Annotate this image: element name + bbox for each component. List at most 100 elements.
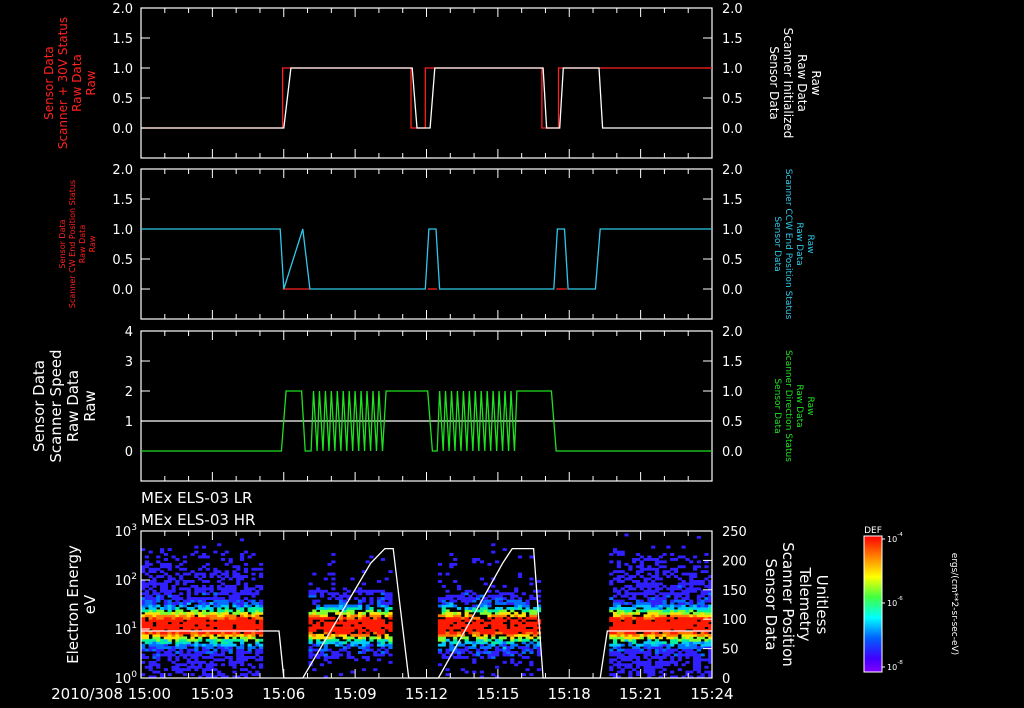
heatmap-cell: [632, 646, 637, 649]
heatmap-cell: [609, 653, 614, 657]
heatmap-cell: [681, 545, 686, 549]
heatmap-cell: [308, 631, 313, 635]
y-tick-label: 0: [125, 445, 133, 460]
heatmap-cell: [525, 607, 530, 610]
heatmap-cell: [647, 567, 652, 571]
heatmap-cell: [677, 651, 682, 654]
heatmap-cell: [308, 626, 313, 630]
heatmap-cell: [624, 648, 629, 652]
panel-title: MEx ELS-03 HR: [141, 511, 255, 529]
heatmap-cell: [361, 648, 366, 652]
heatmap-cell: [319, 626, 325, 630]
heatmap-cell: [243, 604, 248, 608]
tick-exponent: 3: [131, 523, 137, 533]
heatmap-cell: [613, 651, 618, 654]
heatmap-cell: [384, 643, 389, 647]
heatmap-cell: [388, 621, 393, 625]
heatmap-cell: [380, 653, 385, 657]
heatmap-cell: [323, 616, 328, 620]
heatmap-cell: [190, 607, 195, 610]
heatmap-cell: [643, 624, 648, 627]
heatmap-cell: [628, 602, 633, 605]
heatmap-cell: [312, 648, 317, 652]
heatmap-cell: [647, 592, 652, 596]
heatmap-cell: [525, 621, 530, 625]
heatmap-cell: [677, 638, 682, 642]
heatmap-cell: [369, 592, 374, 596]
heatmap-cell: [491, 550, 496, 554]
heatmap-cell: [240, 558, 245, 561]
heatmap-cell: [498, 599, 503, 603]
heatmap-cell: [476, 653, 481, 657]
heatmap-cell: [342, 624, 347, 627]
heatmap-cell: [380, 589, 385, 593]
heatmap-cell: [205, 665, 210, 669]
heatmap-cell: [255, 616, 260, 620]
heatmap-cell: [521, 624, 526, 627]
heatmap-cell: [217, 597, 222, 600]
heatmap-cell: [201, 580, 207, 583]
heatmap-cell: [205, 673, 210, 676]
heatmap-cell: [609, 631, 614, 635]
heatmap-cell: [243, 597, 248, 600]
heatmap-cell: [696, 560, 701, 564]
heatmap-cell: [152, 641, 157, 645]
heatmap-cell: [647, 658, 652, 662]
heatmap-cell: [182, 604, 188, 608]
heatmap-cell: [186, 631, 191, 635]
heatmap-cell: [175, 641, 180, 645]
heatmap-cell: [365, 589, 370, 593]
heatmap-cell: [220, 597, 226, 600]
heatmap-cell: [457, 594, 462, 598]
y-tick-label: 3: [125, 355, 133, 370]
heatmap-cell: [609, 572, 614, 576]
heatmap-cell: [491, 594, 496, 598]
heatmap-cell: [613, 616, 618, 620]
heatmap-cell: [651, 631, 656, 635]
heatmap-cell: [156, 665, 161, 669]
heatmap-cell: [613, 611, 618, 615]
heatmap-cell: [308, 589, 313, 593]
y-axis-label-right: Raw: [805, 397, 815, 416]
heatmap-cell: [240, 660, 245, 664]
heatmap-cell: [464, 641, 469, 645]
heatmap-cell: [445, 648, 450, 652]
heatmap-cell: [201, 553, 207, 556]
heatmap-cell: [464, 670, 469, 674]
heatmap-cell: [331, 641, 336, 645]
heatmap-cell: [350, 641, 355, 645]
heatmap-cell: [247, 631, 252, 635]
heatmap-cell: [190, 665, 195, 669]
heatmap-cell: [190, 599, 195, 603]
heatmap-cell: [453, 562, 458, 566]
heatmap-cell: [670, 607, 675, 610]
heatmap-cell: [342, 616, 347, 620]
y-tick-label-right: 2.0: [722, 163, 743, 178]
heatmap-cell: [643, 653, 648, 657]
heatmap-cell: [358, 651, 363, 654]
heatmap-cell: [700, 641, 705, 645]
heatmap-cell: [514, 643, 519, 647]
heatmap-cell: [632, 641, 637, 645]
heatmap-cell: [171, 636, 176, 640]
colorbar-title: DEF: [864, 526, 882, 536]
heatmap-cell: [487, 629, 492, 632]
heatmap-cell: [613, 636, 618, 640]
heatmap-cell: [335, 611, 340, 615]
heatmap-cell: [338, 653, 344, 657]
heatmap-cell: [681, 592, 686, 596]
heatmap-cell: [194, 616, 199, 620]
heatmap-cell: [468, 594, 473, 598]
heatmap-cell: [514, 611, 519, 615]
heatmap-cell: [693, 653, 698, 657]
heatmap-cell: [323, 577, 328, 581]
heatmap-cell: [323, 604, 328, 608]
heatmap-cell: [156, 560, 161, 564]
heatmap-cell: [156, 656, 161, 659]
heatmap-cell: [689, 670, 694, 674]
heatmap-cell: [198, 599, 203, 603]
heatmap-cell: [639, 660, 644, 664]
heatmap-cell: [609, 560, 614, 564]
heatmap-cell: [502, 592, 507, 596]
heatmap-cell: [639, 560, 644, 564]
